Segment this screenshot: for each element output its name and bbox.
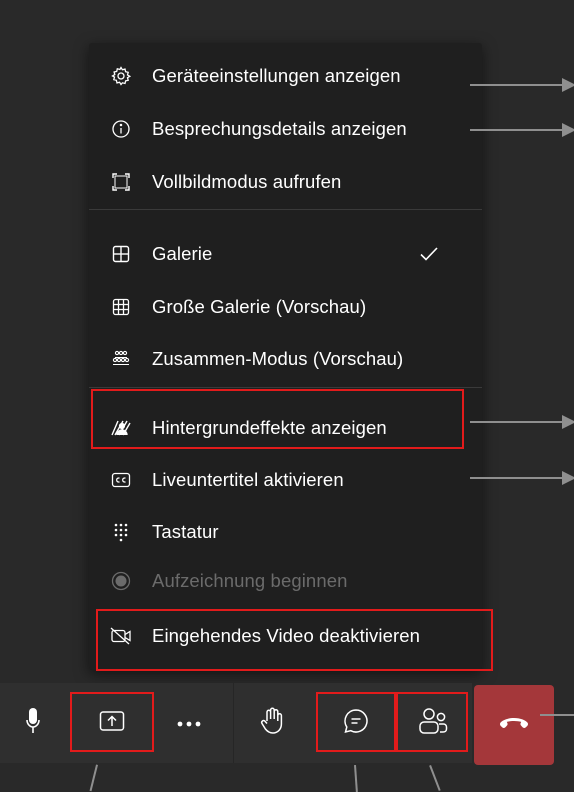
more-options-icon <box>177 714 201 732</box>
hang-up-icon <box>499 716 529 735</box>
menu-item-large-gallery[interactable]: Große Galerie (Vorschau) <box>89 285 482 329</box>
menu-item-label: Geräteeinstellungen anzeigen <box>152 65 401 86</box>
gear-icon <box>110 65 132 87</box>
menu-item-label: Vollbildmodus aufrufen <box>152 171 342 192</box>
annotation-arrow <box>470 78 574 92</box>
more-options-menu: Geräteeinstellungen anzeigen Besprechung… <box>89 43 482 670</box>
menu-item-label: Galerie <box>152 243 213 264</box>
highlight-participants <box>396 692 468 752</box>
menu-item-meeting-details[interactable]: Besprechungsdetails anzeigen <box>89 107 482 151</box>
menu-item-label: Tastatur <box>152 521 219 542</box>
together-mode-icon <box>110 348 132 370</box>
menu-item-label: Zusammen-Modus (Vorschau) <box>152 348 404 369</box>
hang-up-button[interactable] <box>474 685 554 765</box>
menu-item-together-mode[interactable]: Zusammen-Modus (Vorschau) <box>89 337 482 381</box>
annotation-line <box>540 714 574 716</box>
more-options-button[interactable] <box>154 683 224 763</box>
gallery-icon <box>110 243 132 265</box>
checkmark-icon <box>418 243 440 265</box>
annotation-arrow <box>470 415 574 429</box>
closed-captions-icon <box>110 469 132 491</box>
info-icon <box>110 118 132 140</box>
menu-divider <box>89 387 482 388</box>
raise-hand-icon <box>259 706 285 740</box>
highlight-background-effects <box>91 389 464 449</box>
fullscreen-icon <box>110 171 132 193</box>
annotation-arrow <box>470 123 574 137</box>
menu-item-fullscreen[interactable]: Vollbildmodus aufrufen <box>89 160 482 204</box>
menu-item-gallery[interactable]: Galerie <box>89 232 482 276</box>
raise-hand-button[interactable] <box>237 683 307 763</box>
menu-item-device-settings[interactable]: Geräteeinstellungen anzeigen <box>89 54 482 98</box>
microphone-button[interactable] <box>12 683 54 763</box>
microphone-icon <box>26 707 40 740</box>
annotation-line <box>354 765 358 792</box>
large-gallery-icon <box>110 296 132 318</box>
dialpad-icon <box>110 521 132 543</box>
menu-item-label: Aufzeichnung beginnen <box>152 570 348 591</box>
highlight-disable-incoming-video <box>96 609 493 671</box>
annotation-arrow <box>470 471 574 485</box>
record-icon <box>110 570 132 592</box>
menu-item-label: Liveuntertitel aktivieren <box>152 469 344 490</box>
menu-divider <box>89 209 482 210</box>
menu-item-label: Große Galerie (Vorschau) <box>152 296 367 317</box>
menu-item-dialpad[interactable]: Tastatur <box>89 510 482 554</box>
menu-item-live-captions[interactable]: Liveuntertitel aktivieren <box>89 458 482 502</box>
toolbar-divider <box>233 683 234 763</box>
annotation-line <box>429 765 441 791</box>
annotation-line <box>89 764 98 792</box>
menu-item-label: Besprechungsdetails anzeigen <box>152 118 407 139</box>
highlight-share-screen <box>70 692 154 752</box>
menu-item-start-recording: Aufzeichnung beginnen <box>89 559 482 603</box>
highlight-chat <box>316 692 396 752</box>
